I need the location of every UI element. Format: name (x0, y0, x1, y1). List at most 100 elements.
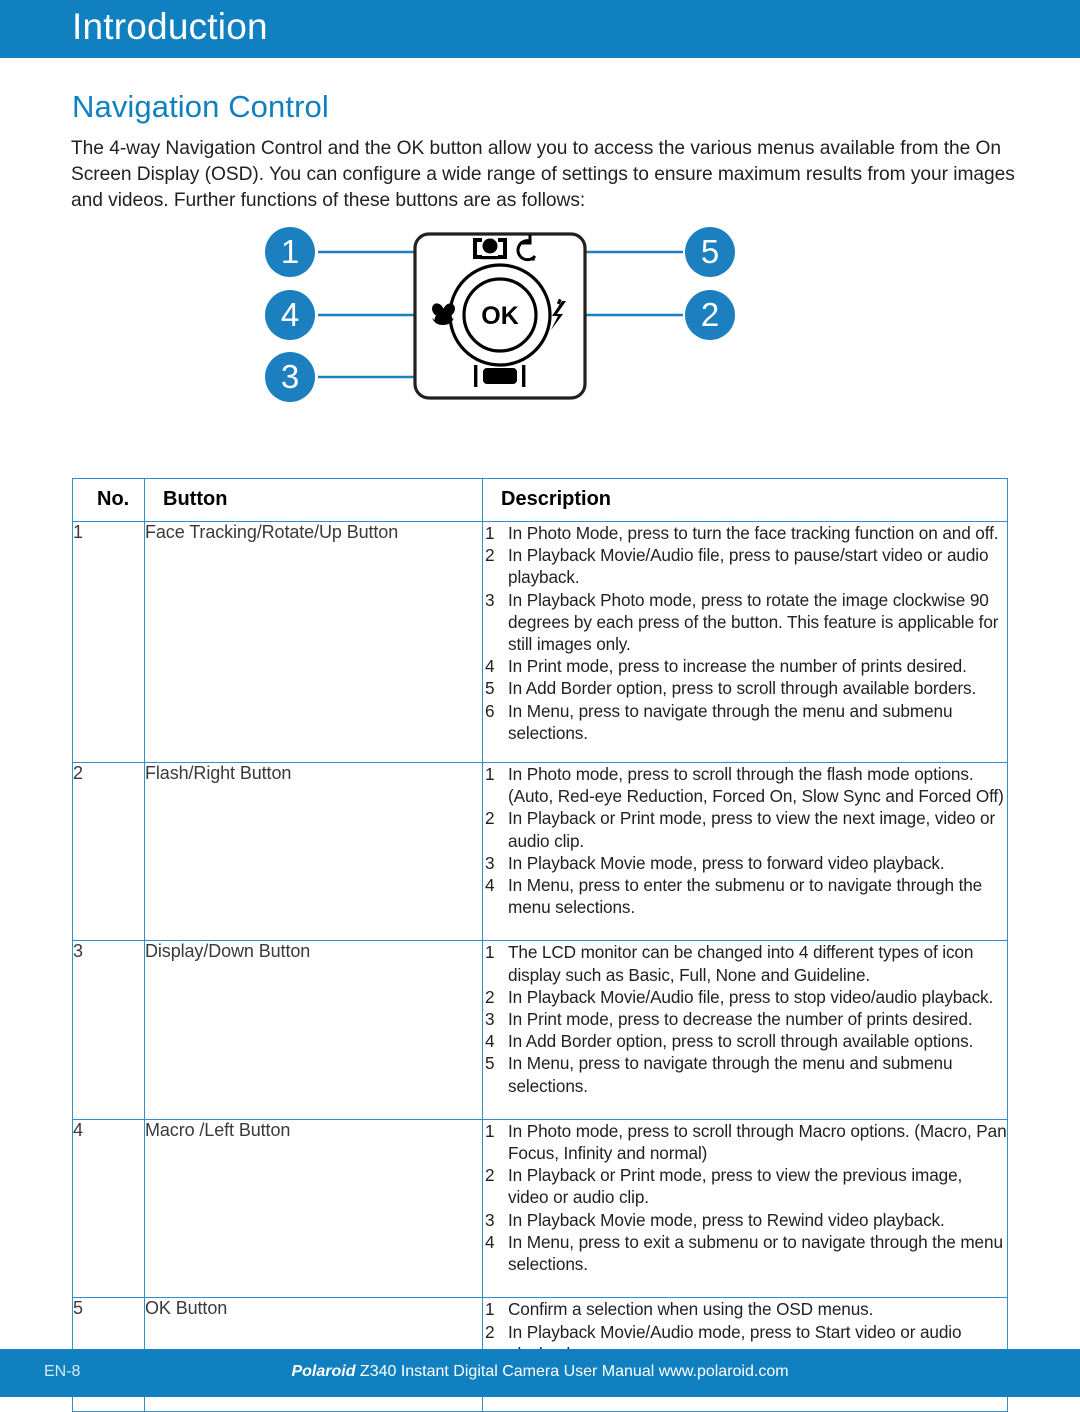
description-list: 1 The LCD monitor can be changed into 4 d… (483, 941, 1007, 1096)
footer-brand: Polaroid (291, 1363, 356, 1380)
list-item-number: 1 (485, 523, 495, 543)
footer-manual-text: Z340 Instant Digital Camera User Manual … (355, 1363, 789, 1380)
footer-manual-title: Polaroid Z340 Instant Digital Camera Use… (0, 1363, 1080, 1381)
list-item-text: The LCD monitor can be changed into 4 di… (508, 942, 974, 985)
list-item-text: In Add Border option, press to scroll th… (508, 1031, 974, 1052)
list-item: 3 In Playback Movie mode, press to Rewind… (483, 1209, 1007, 1231)
list-item: 4 In Print mode, press to increase the nu… (483, 655, 1007, 677)
table-row: 1 Face Tracking/Rotate/Up Button 1 In Pho… (72, 520, 1008, 764)
section-heading: Navigation Control (72, 89, 329, 124)
button-description-table: No. Button Description 1 Face Tracking/R… (72, 478, 1008, 1412)
self-timer-dot (531, 257, 535, 261)
callout-badge-4: 4 (265, 290, 315, 340)
column-header-no: No. (72, 478, 145, 522)
list-item: 2 In Playback or Print mode, press to vie… (483, 807, 1007, 851)
description-list: 1 In Photo mode, press to scroll through … (483, 1120, 1007, 1275)
list-item-text: In Playback or Print mode, press to view… (508, 808, 996, 851)
list-item: 5 In Menu, press to navigate through the … (483, 1052, 1007, 1096)
page-footer-bar: EN-8 Polaroid Z340 Instant Digital Camer… (0, 1349, 1080, 1397)
list-item-number: 2 (485, 1165, 495, 1186)
list-item-number: 1 (485, 764, 495, 785)
list-item-text: In Print mode, press to decrease the num… (508, 1009, 973, 1030)
callout-badge-1: 1 (265, 227, 315, 277)
list-item: 4 In Add Border option, press to scroll t… (483, 1030, 1007, 1052)
svg-text:1: 1 (281, 233, 299, 270)
list-item-text: Confirm a selection when using the OSD m… (508, 1299, 874, 1320)
list-item-text: In Photo mode, press to scroll through M… (508, 1120, 1007, 1164)
list-item-text: In Playback Movie/Audio file, press to p… (508, 545, 989, 588)
description-list: 1 In Photo Mode, press to turn the face t… (483, 522, 1007, 744)
list-item: 3 In Playback Photo mode, press to rotate… (483, 589, 1007, 656)
list-item-number: 2 (485, 1321, 495, 1342)
list-item-number: 2 (485, 986, 495, 1007)
cell-button-name: Face Tracking/Rotate/Up Button (144, 520, 483, 764)
list-item-text: In Menu, press to enter the submenu or t… (508, 875, 983, 918)
list-item-number: 4 (485, 1031, 495, 1052)
list-item: 1 The LCD monitor can be changed into 4 d… (483, 941, 1007, 985)
list-item-text: In Playback Photo mode, press to rotate … (508, 589, 999, 655)
navigation-control-pad-diagram: OK 1 4 3 5 2 (0, 215, 1080, 430)
cell-description: 1 In Photo Mode, press to turn the face t… (482, 520, 1008, 764)
list-item-text: In Photo Mode, press to turn the face tr… (508, 523, 999, 543)
list-item-text: In Print mode, press to increase the num… (508, 656, 967, 677)
callout-badge-3: 3 (265, 352, 315, 402)
column-header-no-label: No. (97, 488, 130, 510)
list-item: 2 In Playback or Print mode, press to vie… (483, 1164, 1007, 1208)
ok-button-label: OK (481, 302, 519, 330)
list-item: 1 Confirm a selection when using the OSD … (483, 1298, 1007, 1320)
list-item-text: In Playback Movie/Audio file, press to s… (508, 986, 994, 1007)
column-header-button-label: Button (163, 488, 228, 510)
callout-badge-2: 2 (685, 290, 735, 340)
list-item: 5 In Add Border option, press to scroll t… (483, 677, 1007, 699)
description-list: 1 In Photo mode, press to scroll through … (483, 763, 1007, 918)
list-item-number: 4 (485, 1231, 495, 1252)
list-item-number: 3 (485, 1209, 495, 1230)
list-item: 2 In Playback Movie/Audio file, press to … (483, 544, 1007, 588)
list-item-number: 5 (485, 1053, 495, 1074)
list-item-text: In Menu, press to exit a submenu or to n… (508, 1231, 1003, 1275)
cell-description: 1 The LCD monitor can be changed into 4 d… (482, 940, 1008, 1120)
list-item-number: 1 (485, 942, 495, 963)
cell-button-name: Flash/Right Button (144, 762, 483, 942)
list-item: 6 In Menu, press to navigate through the … (483, 700, 1007, 744)
list-item-text: In Playback Movie mode, press to forward… (508, 852, 945, 873)
intro-paragraph: The 4-way Navigation Control and the OK … (71, 138, 1015, 212)
list-item-number: 6 (485, 700, 495, 721)
list-item-number: 3 (485, 589, 495, 610)
svg-text:2: 2 (701, 296, 719, 333)
cell-no: 4 (72, 1118, 145, 1299)
list-item: 3 In Playback Movie mode, press to forwar… (483, 852, 1007, 874)
cell-no: 2 (72, 762, 145, 942)
page-title: Introduction (72, 6, 268, 47)
list-item: 4 In Menu, press to enter the submenu or … (483, 874, 1007, 918)
list-item: 2 In Playback Movie/Audio file, press to … (483, 986, 1007, 1008)
list-item-text: In Playback Movie mode, press to Rewind … (508, 1209, 945, 1230)
list-item-number: 1 (485, 1299, 495, 1320)
callout-badge-5: 5 (685, 227, 735, 277)
column-header-description-label: Description (501, 488, 612, 510)
table-header-row: No. Button Description (72, 478, 1008, 522)
list-item-number: 2 (485, 545, 495, 566)
list-item-number: 2 (485, 808, 495, 829)
list-item: 4 In Menu, press to exit a submenu or to … (483, 1231, 1007, 1275)
table-row: 3 Display/Down Button 1 The LCD monitor c… (72, 940, 1008, 1120)
column-header-description: Description (482, 478, 1008, 522)
list-item-number: 4 (485, 656, 495, 677)
table-row: 4 Macro /Left Button 1 In Photo mode, pre… (72, 1118, 1008, 1299)
list-item-text: In Menu, press to navigate through the m… (508, 1053, 953, 1096)
cell-description: 1 In Photo mode, press to scroll through … (482, 762, 1008, 942)
svg-text:5: 5 (701, 233, 719, 270)
column-header-button: Button (144, 478, 483, 522)
list-item-number: 5 (485, 678, 495, 699)
list-item-text: In Photo mode, press to scroll through t… (508, 764, 1004, 807)
svg-text:3: 3 (281, 358, 299, 395)
list-item-text: In Playback or Print mode, press to view… (508, 1165, 963, 1208)
list-item-text: In Menu, press to navigate through the m… (508, 700, 953, 743)
list-item-number: 3 (485, 1009, 495, 1030)
svg-text:4: 4 (281, 296, 299, 333)
list-item-number: 3 (485, 852, 495, 873)
page-header-bar: Introduction (0, 0, 1080, 58)
cell-no: 1 (72, 520, 145, 764)
list-item-number: 1 (485, 1120, 495, 1141)
table-row: 2 Flash/Right Button 1 In Photo mode, pre… (72, 762, 1008, 942)
